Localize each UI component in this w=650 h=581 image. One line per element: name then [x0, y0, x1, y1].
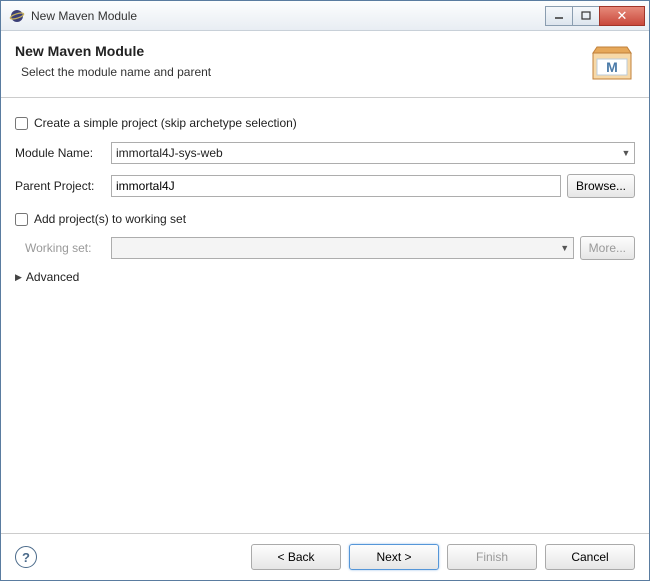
advanced-toggle[interactable]: ▶ Advanced: [15, 270, 635, 284]
working-set-checkbox-label: Add project(s) to working set: [34, 212, 186, 226]
working-set-combo: ▼: [111, 237, 574, 259]
working-set-checkbox[interactable]: [15, 213, 28, 226]
page-title: New Maven Module: [15, 43, 589, 59]
simple-project-checkbox[interactable]: [15, 117, 28, 130]
window-controls: ✕: [546, 6, 645, 26]
more-button: More...: [580, 236, 635, 260]
page-subtitle: Select the module name and parent: [21, 65, 589, 79]
finish-button: Finish: [447, 544, 537, 570]
cancel-button[interactable]: Cancel: [545, 544, 635, 570]
browse-button[interactable]: Browse...: [567, 174, 635, 198]
parent-project-label: Parent Project:: [15, 179, 105, 193]
chevron-down-icon: ▼: [618, 148, 634, 158]
back-button[interactable]: < Back: [251, 544, 341, 570]
dialog-header: New Maven Module Select the module name …: [1, 31, 649, 98]
dialog-footer: ? < Back Next > Finish Cancel: [1, 533, 649, 580]
chevron-right-icon: ▶: [15, 272, 22, 283]
eclipse-icon: [9, 8, 25, 24]
dialog-body: Create a simple project (skip archetype …: [1, 98, 649, 533]
module-name-label: Module Name:: [15, 146, 105, 160]
close-button[interactable]: ✕: [599, 6, 645, 26]
maven-icon: M: [589, 43, 635, 83]
svg-text:M: M: [606, 59, 618, 75]
parent-project-input[interactable]: [111, 175, 561, 197]
help-button[interactable]: ?: [15, 546, 37, 568]
module-name-input[interactable]: immortal4J-sys-web ▼: [111, 142, 635, 164]
titlebar: New Maven Module ✕: [1, 1, 649, 31]
working-set-label: Working set:: [25, 241, 105, 255]
dialog-window: New Maven Module ✕ New Maven Module Sele…: [0, 0, 650, 581]
next-button[interactable]: Next >: [349, 544, 439, 570]
simple-project-label: Create a simple project (skip archetype …: [34, 116, 297, 130]
window-title: New Maven Module: [31, 9, 546, 23]
minimize-button[interactable]: [545, 6, 573, 26]
chevron-down-icon: ▼: [557, 243, 573, 253]
advanced-label: Advanced: [26, 270, 79, 284]
maximize-button[interactable]: [572, 6, 600, 26]
